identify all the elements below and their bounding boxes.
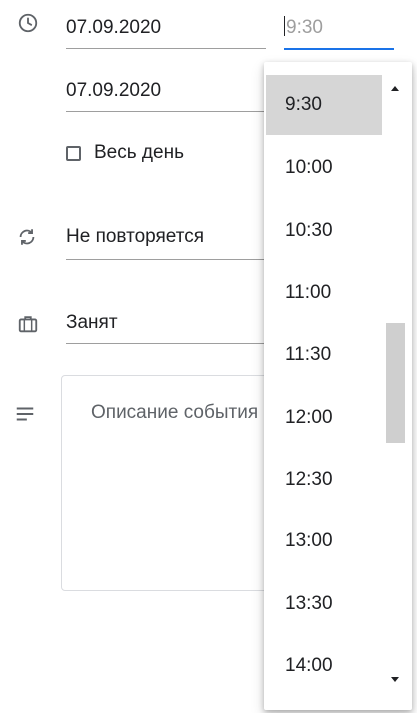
time-option[interactable]: 13:30	[266, 574, 382, 634]
end-date-field[interactable]: 07.09.2020	[66, 80, 266, 112]
start-date-value: 07.09.2020	[66, 17, 162, 38]
briefcase-icon	[17, 313, 39, 335]
time-option-label: 12:30	[285, 469, 333, 490]
scroll-down-icon[interactable]	[391, 677, 399, 682]
repeat-dropdown[interactable]: Не повторяется	[66, 226, 266, 260]
all-day-option[interactable]: Весь день	[66, 142, 184, 164]
availability-value: Занят	[66, 312, 118, 333]
scroll-up-icon[interactable]	[391, 86, 399, 91]
time-option[interactable]: 12:30	[266, 450, 382, 510]
time-dropdown[interactable]: 9:30 10:00 10:30 11:00 11:30 12:00 12:30…	[264, 62, 412, 710]
repeat-value: Не повторяется	[66, 226, 205, 247]
time-option[interactable]: 9:30	[266, 75, 382, 135]
all-day-checkbox[interactable]	[66, 145, 81, 161]
time-option-label: 11:00	[285, 282, 332, 303]
start-time-value: 9:30	[286, 17, 323, 38]
time-option-label: 9:30	[285, 94, 322, 115]
time-option-label: 13:30	[285, 593, 333, 614]
time-option-label: 14:00	[285, 655, 333, 676]
repeat-icon	[16, 226, 38, 248]
time-option[interactable]: 10:30	[266, 201, 382, 261]
time-option-label: 13:00	[285, 530, 333, 551]
time-option-label: 12:00	[285, 407, 333, 428]
notes-icon	[14, 403, 36, 425]
time-option-label: 10:00	[285, 157, 333, 178]
start-date-field[interactable]: 07.09.2020	[66, 17, 266, 49]
all-day-label: Весь день	[94, 142, 184, 163]
clock-icon	[17, 12, 39, 34]
time-option-label: 11:30	[285, 344, 332, 365]
time-option[interactable]: 11:00	[266, 263, 382, 323]
time-option[interactable]: 10:00	[266, 138, 382, 198]
availability-dropdown[interactable]: Занят	[66, 312, 266, 344]
time-option-label: 10:30	[285, 220, 333, 241]
time-option[interactable]: 14:00	[266, 636, 382, 696]
scrollbar-thumb[interactable]	[386, 323, 405, 443]
time-option[interactable]: 11:30	[266, 325, 382, 385]
time-option[interactable]: 12:00	[266, 388, 382, 448]
end-date-value: 07.09.2020	[66, 80, 162, 101]
start-time-input[interactable]: 9:30	[284, 16, 394, 50]
text-caret	[284, 16, 285, 36]
description-placeholder: Описание события	[91, 402, 259, 423]
time-option[interactable]: 13:00	[266, 511, 382, 571]
